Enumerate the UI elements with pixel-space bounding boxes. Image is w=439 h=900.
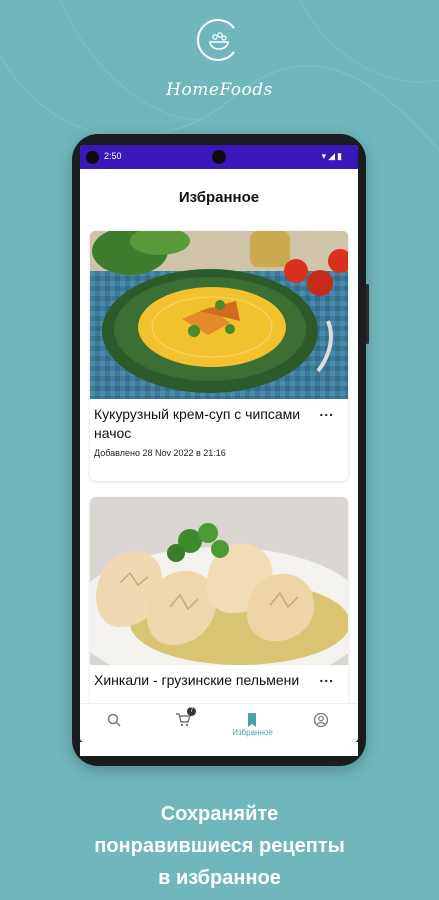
status-bar: 2:50 ▾◢▮ (80, 145, 358, 169)
status-icons: ▾◢▮ (321, 151, 344, 161)
more-options-button[interactable]: ... (319, 403, 334, 419)
phone-frame: 2:50 ▾◢▮ Избранное Кукурузный крем-суп с… (72, 134, 369, 766)
caption-line-3: в избранное (158, 867, 281, 889)
recipe-photo-corn-soup (90, 231, 348, 399)
app-screen: 2:50 ▾◢▮ Избранное Кукурузный крем-суп с… (80, 145, 358, 742)
brand-name: HomeFoods (166, 80, 273, 100)
caption-line-1: Сохраняйте (160, 803, 279, 825)
home-foods-logo-icon (197, 19, 235, 61)
phone-side-button (366, 284, 369, 344)
caption-line-2: понравившиеся рецепты (94, 835, 345, 857)
search-icon (107, 713, 121, 727)
recipe-added-date: Добавлено 28 Nov 2022 в 21:16 (94, 448, 226, 458)
cart-count-badge: 7 (187, 707, 196, 716)
nav-favorites[interactable]: Избранное (218, 704, 287, 742)
profile-icon (313, 712, 329, 728)
nav-profile[interactable] (287, 704, 356, 742)
more-options-button[interactable]: ... (319, 669, 334, 685)
front-camera (212, 150, 226, 164)
page-title: Избранное (178, 189, 260, 206)
system-navigation-bar (80, 742, 358, 756)
nav-search[interactable] (80, 704, 149, 742)
recipe-title: Хинкали - грузинские пельмени (94, 672, 300, 688)
camera-dot (86, 151, 99, 164)
bottom-navigation: 7 Избранное (80, 703, 358, 742)
recipe-card[interactable]: Кукурузный крем-суп с чипсами начос Доба… (90, 231, 348, 481)
promo-caption: Сохраняйте понравившиеся рецепты в избра… (0, 798, 439, 894)
recipe-title: Кукурузный крем-суп с чипсами начос (94, 406, 301, 441)
recipe-photo-khinkali (90, 497, 348, 665)
status-time: 2:50 (104, 151, 122, 161)
recipe-card[interactable]: Хинкали - грузинские пельмени ... (90, 497, 348, 717)
nav-cart[interactable]: 7 (149, 704, 218, 742)
nav-favorites-label: Избранное (232, 728, 273, 737)
bookmark-icon (248, 713, 256, 727)
